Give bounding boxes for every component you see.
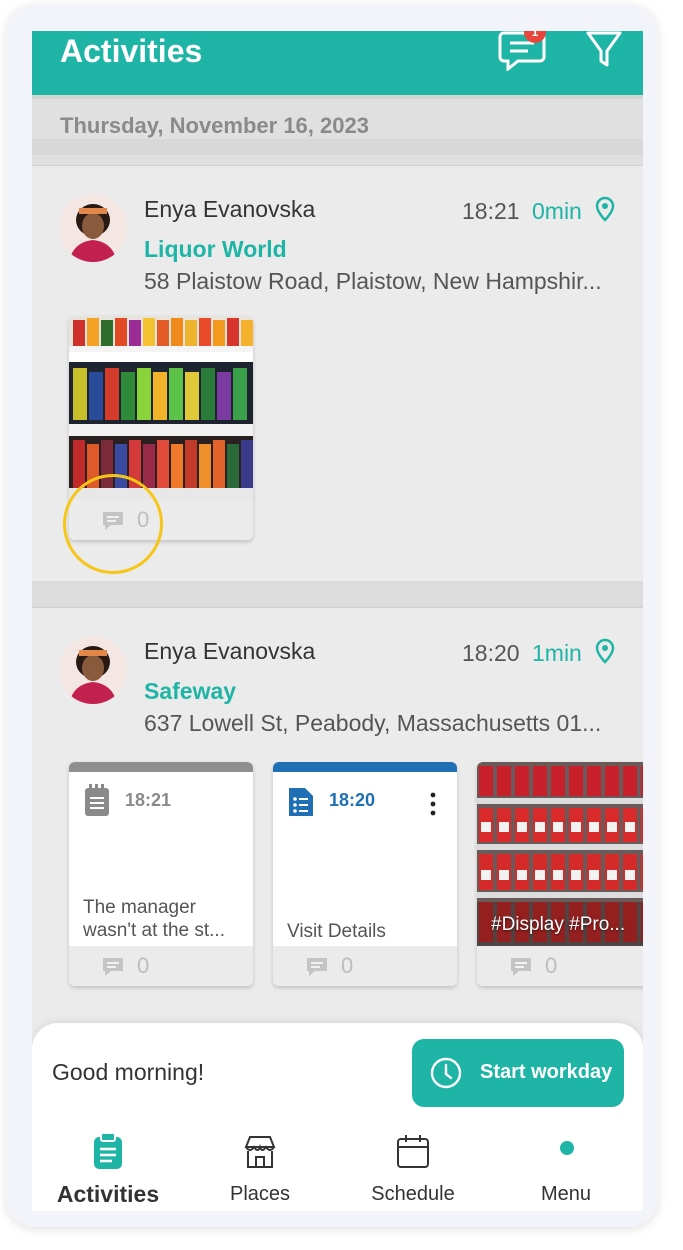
activity-card[interactable]: Enya Evanovska 18:20 1min Safeway 637 Lo… — [32, 607, 643, 1023]
notepad-icon — [85, 784, 109, 816]
divider — [32, 95, 643, 99]
page-title: Activities — [60, 33, 203, 69]
photo-tags: #Display #Pro... — [491, 914, 626, 935]
comment-count: 0 — [137, 953, 150, 978]
section-divider — [32, 581, 643, 607]
filter-button[interactable] — [584, 31, 624, 71]
dot-icon — [560, 1141, 574, 1155]
place-name-link[interactable]: Safeway — [144, 678, 236, 705]
start-workday-button[interactable]: Start workday — [412, 1039, 624, 1107]
activity-time: 18:21 — [462, 198, 520, 224]
bottom-sheet: Good morning! Start workday Activities P… — [32, 1023, 643, 1211]
nav-tab-places[interactable]: Places — [190, 1127, 330, 1207]
nav-tab-menu[interactable]: Menu — [496, 1127, 636, 1207]
filter-icon — [586, 31, 622, 67]
place-name-link[interactable]: Liquor World — [144, 236, 287, 263]
user-name: Enya Evanovska — [144, 196, 316, 222]
note-time: 18:21 — [125, 790, 172, 810]
place-address: 637 Lowell St, Peabody, Massachusetts 01… — [144, 710, 602, 736]
comment-count: 0 — [545, 953, 558, 978]
place-address: 58 Plaistow Road, Plaistow, New Hampshir… — [144, 268, 602, 294]
highlight-circle — [63, 474, 163, 574]
user-name: Enya Evanovska — [144, 638, 316, 664]
form-list-icon — [289, 788, 313, 816]
comment-footer[interactable]: 0 — [477, 946, 643, 986]
form-time: 18:20 — [329, 790, 376, 810]
comment-footer[interactable]: 0 — [69, 946, 253, 986]
app-header: Activities 1 — [32, 31, 643, 95]
note-text: The manager wasn't at the st... — [83, 897, 225, 941]
device-frame: Activities 1 Thursday, November 16, 2023 — [6, 5, 658, 1227]
location-pin-icon — [595, 196, 615, 222]
comment-footer[interactable]: 0 — [273, 946, 457, 986]
tile-color-bar — [273, 762, 457, 772]
form-attachment[interactable]: 18:20 Visit Details 0 — [273, 762, 457, 986]
activity-time: 18:20 — [462, 640, 520, 666]
location-pin-icon — [595, 638, 615, 664]
comment-icon — [511, 958, 531, 976]
divider — [32, 139, 643, 155]
chat-button[interactable]: 1 — [498, 31, 550, 73]
store-icon — [244, 1136, 276, 1168]
app-screen: Activities 1 Thursday, November 16, 2023 — [32, 31, 643, 1211]
shelf-photo — [69, 316, 253, 500]
photo-attachment[interactable]: #Display #Pro... 0 — [477, 762, 643, 986]
activity-duration: 0min — [532, 198, 582, 224]
nav-label: Schedule — [371, 1183, 455, 1205]
form-title: Visit Details — [287, 921, 386, 942]
nav-label: Menu — [540, 1183, 592, 1205]
nav-tab-activities[interactable]: Activities — [38, 1127, 178, 1207]
activity-duration: 1min — [532, 640, 582, 666]
date-label: Thursday, November 16, 2023 — [60, 113, 369, 138]
avatar — [59, 194, 127, 262]
note-attachment[interactable]: 18:21 The manager wasn't at the st... 0 — [69, 762, 253, 986]
tile-color-bar — [69, 762, 253, 772]
start-workday-label: Start workday — [480, 1061, 613, 1083]
more-options-icon[interactable] — [429, 792, 437, 816]
clipboard-icon — [94, 1133, 122, 1169]
greeting-text: Good morning! — [52, 1059, 205, 1085]
calendar-icon — [397, 1135, 429, 1168]
date-section-header: Thursday, November 16, 2023 — [32, 95, 643, 165]
comment-icon — [307, 958, 327, 976]
comment-icon — [103, 958, 123, 976]
nav-label: Places — [229, 1183, 291, 1205]
nav-tab-schedule[interactable]: Schedule — [343, 1127, 483, 1207]
avatar — [59, 636, 127, 704]
clock-icon — [430, 1057, 462, 1089]
comment-count: 0 — [341, 953, 354, 978]
nav-label: Activities — [56, 1181, 160, 1207]
